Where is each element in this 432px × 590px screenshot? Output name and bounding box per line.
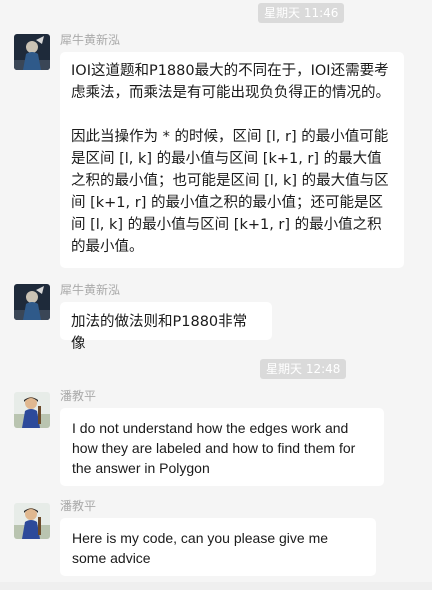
message-bubble[interactable]: I do not understand how the edges work a… [60,408,384,486]
sender-name: 潘教平 [60,499,97,513]
chat-window: 星期天 11:46 犀牛黄新泓 IOI这道题和P1880最大的不同在于，IOI还… [0,0,432,590]
message-text: I do not understand how the edges work a… [72,420,356,476]
avatar-figure-icon [14,284,50,320]
sender-name: 犀牛黄新泓 [60,33,121,47]
avatar[interactable] [14,284,50,320]
avatar[interactable] [14,392,50,428]
time-divider: 星期天 12:48 [260,359,347,379]
message-paragraph: IOI这道题和P1880最大的不同在于，IOI还需要考虑乘法，而乘法是有可能出现… [71,63,390,101]
sender-name: 潘教平 [60,389,97,403]
avatar-child-icon [14,392,50,428]
message-paragraph: 因此当操作为 * 的时候，区间 [l, r] 的最小值可能是区间 [l, k] … [71,129,389,255]
message-text: Here is my code, can you please give me … [72,530,329,566]
avatar[interactable] [14,503,50,539]
bottom-divider [0,582,432,590]
message-bubble[interactable]: Here is my code, can you please give me … [60,518,376,576]
sender-name: 犀牛黄新泓 [60,283,121,297]
time-divider: 星期天 11:46 [258,3,345,23]
avatar-figure-icon [14,34,50,70]
message-bubble[interactable]: 加法的做法则和P1880非常像 [60,302,272,352]
avatar-child-icon [14,503,50,539]
avatar[interactable] [14,34,50,70]
message-text: 加法的做法则和P1880非常像 [71,314,248,352]
message-bubble[interactable]: IOI这道题和P1880最大的不同在于，IOI还需要考虑乘法，而乘法是有可能出现… [60,52,404,268]
